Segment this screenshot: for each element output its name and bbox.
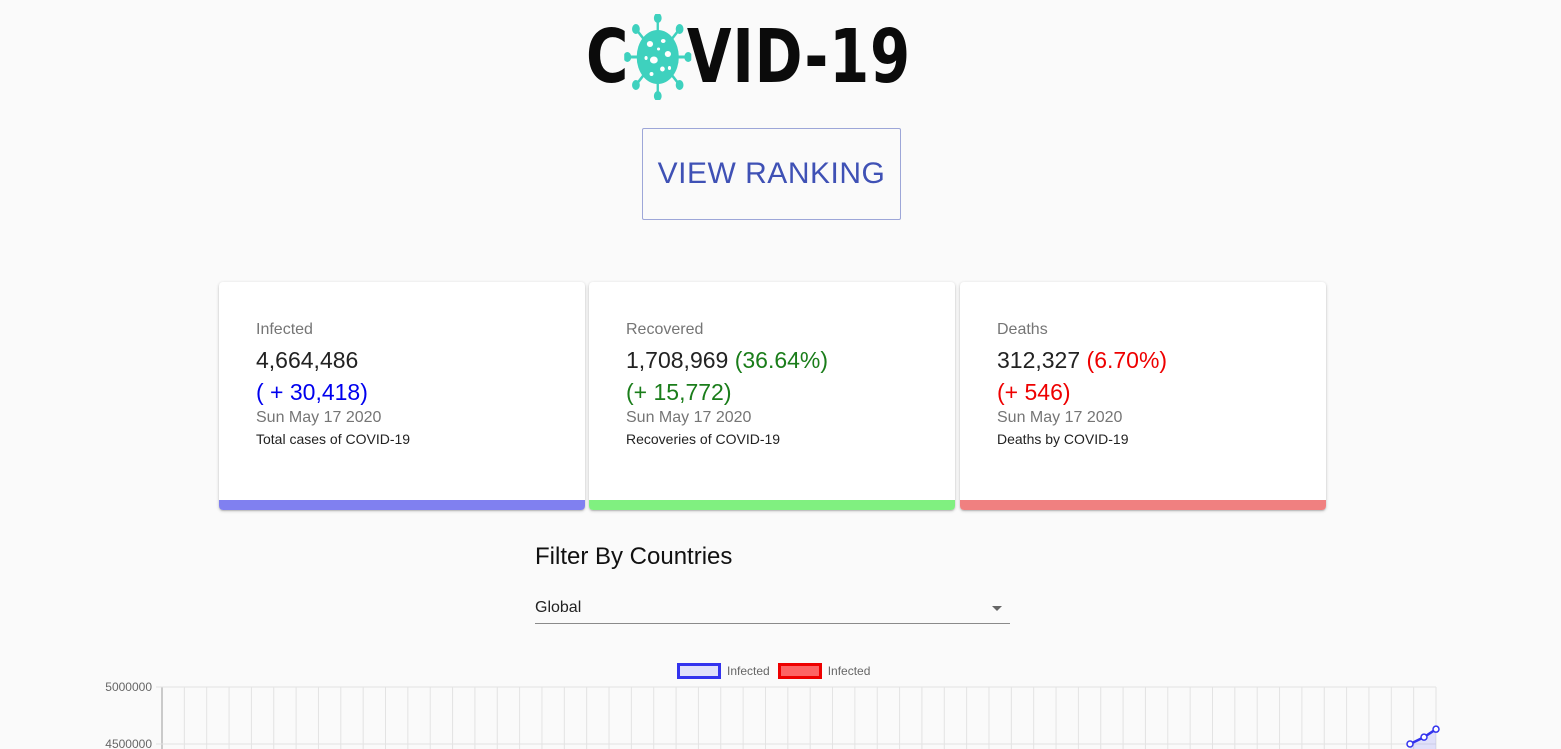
- infected-date: Sun May 17 2020: [256, 409, 382, 426]
- legend-swatch-red: [777, 663, 822, 679]
- recovered-date: Sun May 17 2020: [626, 409, 752, 426]
- y-tick-label: 5000000: [105, 680, 152, 694]
- chevron-down-icon: [992, 606, 1002, 611]
- deaths-date: Sun May 17 2020: [997, 409, 1123, 426]
- recovered-color-bar: [589, 500, 955, 510]
- filter-title: Filter By Countries: [535, 543, 733, 570]
- recovered-total: 1,708,969: [626, 347, 729, 373]
- deaths-percent: (6.70%): [1086, 347, 1168, 373]
- data-point: [1432, 725, 1440, 733]
- recovered-percent: (36.64%): [734, 347, 829, 373]
- deaths-description: Deaths by COVID-19: [997, 431, 1129, 447]
- legend-swatch-blue: [677, 663, 721, 679]
- infected-label: Infected: [256, 321, 313, 338]
- y-tick-label: 4500000: [105, 737, 152, 749]
- logo-text-c: C: [586, 14, 630, 100]
- infected-color-bar: [219, 500, 585, 510]
- deaths-color-bar: [960, 500, 1326, 510]
- logo-text-rest: VID-19: [686, 14, 911, 100]
- infected-chart: 5000000 4500000 Infected Infected: [0, 655, 1561, 749]
- legend-item-infected-red[interactable]: Infected: [777, 663, 871, 679]
- infected-description: Total cases of COVID-19: [256, 431, 411, 447]
- deaths-label: Deaths: [997, 321, 1048, 338]
- country-select[interactable]: Global: [535, 596, 1010, 624]
- virus-icon: [624, 14, 692, 100]
- legend-item-infected-blue[interactable]: Infected: [677, 663, 770, 679]
- recovered-total-line: 1,708,969 (36.64%): [626, 344, 945, 376]
- deaths-card: Deaths 312,327 (6.70%) (+ 546) Sun May 1…: [960, 282, 1326, 510]
- deaths-total-line: 312,327 (6.70%): [997, 344, 1316, 376]
- covid-logo: C VID-19: [586, 14, 1003, 100]
- recovered-card: Recovered 1,708,969 (36.64%) (+ 15,772) …: [589, 282, 955, 510]
- chart-legend: Infected Infected: [677, 663, 878, 679]
- country-select-value: Global: [535, 599, 582, 616]
- deaths-total: 312,327: [997, 347, 1081, 373]
- recovered-label: Recovered: [626, 321, 704, 338]
- infected-delta: ( + 30,418): [256, 379, 368, 405]
- data-point: [1406, 740, 1414, 748]
- infected-total: 4,664,486: [256, 347, 359, 373]
- recovered-delta: (+ 15,772): [626, 379, 732, 405]
- legend-label-red: Infected: [827, 664, 871, 678]
- deaths-delta: (+ 546): [997, 379, 1071, 405]
- recovered-description: Recoveries of COVID-19: [626, 431, 781, 447]
- legend-label-blue: Infected: [727, 664, 770, 678]
- data-point: [1420, 733, 1428, 741]
- page: C VID-19 VIEW RANKING Infected 4,664,486…: [0, 0, 1561, 749]
- infected-card: Infected 4,664,486 ( + 30,418) Sun May 1…: [219, 282, 585, 510]
- view-ranking-button[interactable]: VIEW RANKING: [642, 128, 901, 220]
